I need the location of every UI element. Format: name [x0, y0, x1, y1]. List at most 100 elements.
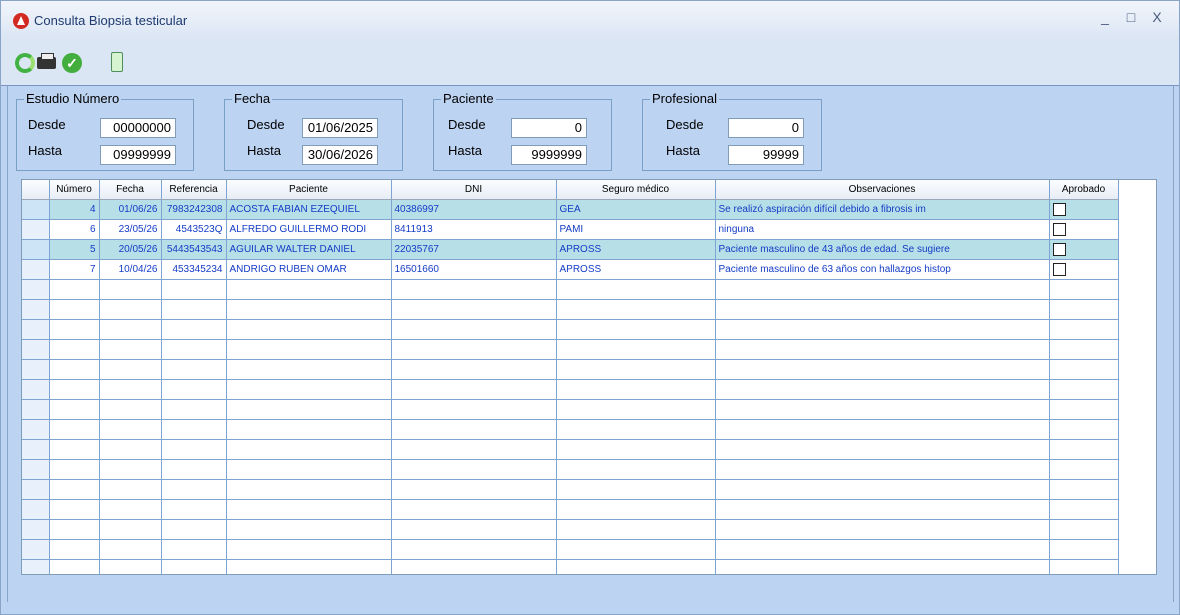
row-selector[interactable]	[22, 399, 50, 420]
approved-checkbox[interactable]	[1052, 263, 1066, 276]
table-row[interactable]	[22, 399, 1119, 420]
table-cell	[161, 419, 227, 440]
approved-cell[interactable]	[1049, 419, 1119, 440]
close-button[interactable]: X	[1145, 7, 1169, 27]
table-cell	[49, 459, 100, 480]
table-cell	[226, 519, 392, 540]
approve-icon[interactable]: ✓	[62, 53, 82, 73]
approved-cell[interactable]	[1049, 319, 1119, 340]
approved-cell[interactable]	[1049, 259, 1119, 280]
row-selector[interactable]	[22, 359, 50, 380]
column-header[interactable]: Referencia	[161, 180, 227, 200]
row-selector[interactable]	[22, 219, 50, 240]
table-cell	[391, 279, 557, 300]
approved-cell[interactable]	[1049, 519, 1119, 540]
row-selector[interactable]	[22, 339, 50, 360]
table-row[interactable]: 6 23/05/26 4543523Q ALFREDO GUILLERMO RODI 8…	[22, 219, 1119, 240]
table-row[interactable]	[22, 519, 1119, 540]
table-cell	[391, 519, 557, 540]
professional-from-input[interactable]: 0	[728, 118, 804, 138]
approved-cell[interactable]	[1049, 379, 1119, 400]
table-row[interactable]	[22, 439, 1119, 460]
row-selector[interactable]	[22, 239, 50, 260]
approved-cell[interactable]	[1049, 239, 1119, 260]
column-header[interactable]: Paciente	[226, 180, 392, 200]
table-cell	[715, 379, 1050, 400]
approved-cell[interactable]	[1049, 459, 1119, 480]
table-row[interactable]	[22, 359, 1119, 380]
column-header[interactable]: Seguro médico	[556, 180, 716, 200]
table-cell: APROSS	[556, 239, 716, 260]
table-cell	[715, 359, 1050, 380]
table-cell	[161, 339, 227, 360]
study-to-input[interactable]: 09999999	[100, 145, 176, 165]
minimize-button[interactable]: _	[1093, 7, 1117, 27]
row-selector[interactable]	[22, 459, 50, 480]
approved-cell[interactable]	[1049, 279, 1119, 300]
row-selector[interactable]	[22, 539, 50, 560]
row-selector[interactable]	[22, 279, 50, 300]
approved-checkbox[interactable]	[1052, 203, 1066, 216]
study-from-input[interactable]: 00000000	[100, 118, 176, 138]
results-grid[interactable]: Número Fecha Referencia Paciente DNI Seg…	[21, 179, 1157, 575]
table-row[interactable]	[22, 279, 1119, 300]
approved-cell[interactable]	[1049, 219, 1119, 240]
date-to-input[interactable]: 30/06/2026	[302, 145, 378, 165]
column-header[interactable]: Número	[49, 180, 100, 200]
table-cell	[556, 439, 716, 460]
column-header[interactable]: Aprobado	[1049, 180, 1119, 200]
table-cell	[226, 459, 392, 480]
professional-to-input[interactable]: 99999	[728, 145, 804, 165]
table-cell	[391, 419, 557, 440]
table-row[interactable]	[22, 419, 1119, 440]
table-row[interactable]	[22, 499, 1119, 520]
table-row[interactable]: 4 01/06/26 7983242308 ACOSTA FABIAN EZEQUIE…	[22, 199, 1119, 220]
table-row[interactable]	[22, 459, 1119, 480]
maximize-button[interactable]: □	[1119, 7, 1143, 27]
approved-cell[interactable]	[1049, 199, 1119, 220]
row-selector[interactable]	[22, 419, 50, 440]
approved-cell[interactable]	[1049, 559, 1119, 574]
approved-cell[interactable]	[1049, 499, 1119, 520]
table-row[interactable]: 5 20/05/26 5443543543 AGUILAR WALTER DANIEL…	[22, 239, 1119, 260]
table-row[interactable]	[22, 299, 1119, 320]
table-row[interactable]: 7 10/04/26 453345234 ANDRIGO RUBEN OMAR 1650…	[22, 259, 1119, 280]
approved-cell[interactable]	[1049, 479, 1119, 500]
approved-cell[interactable]	[1049, 299, 1119, 320]
approved-checkbox[interactable]	[1052, 243, 1066, 256]
specimen-icon[interactable]	[111, 52, 123, 72]
row-selector[interactable]	[22, 519, 50, 540]
column-header[interactable]: DNI	[391, 180, 557, 200]
table-row[interactable]	[22, 319, 1119, 340]
table-row[interactable]	[22, 479, 1119, 500]
table-cell	[226, 419, 392, 440]
printer-icon[interactable]	[37, 53, 56, 69]
column-header[interactable]: Observaciones	[715, 180, 1050, 200]
approved-cell[interactable]	[1049, 399, 1119, 420]
table-row[interactable]	[22, 539, 1119, 560]
table-cell: 453345234	[161, 259, 227, 280]
approved-cell[interactable]	[1049, 539, 1119, 560]
row-selector[interactable]	[22, 319, 50, 340]
column-header[interactable]: Fecha	[99, 180, 162, 200]
approved-cell[interactable]	[1049, 339, 1119, 360]
row-selector[interactable]	[22, 479, 50, 500]
row-selector[interactable]	[22, 199, 50, 220]
row-selector[interactable]	[22, 439, 50, 460]
approved-cell[interactable]	[1049, 439, 1119, 460]
row-selector[interactable]	[22, 559, 50, 574]
row-selector[interactable]	[22, 299, 50, 320]
table-row[interactable]	[22, 339, 1119, 360]
patient-to-input[interactable]: 9999999	[511, 145, 587, 165]
row-selector[interactable]	[22, 379, 50, 400]
approved-checkbox[interactable]	[1052, 223, 1066, 236]
table-row[interactable]	[22, 559, 1119, 574]
table-cell	[49, 399, 100, 420]
approved-cell[interactable]	[1049, 359, 1119, 380]
date-from-input[interactable]: 01/06/2025	[302, 118, 378, 138]
patient-from-input[interactable]: 0	[511, 118, 587, 138]
row-selector[interactable]	[22, 259, 50, 280]
table-row[interactable]	[22, 379, 1119, 400]
row-selector[interactable]	[22, 499, 50, 520]
refresh-icon[interactable]	[15, 53, 35, 73]
